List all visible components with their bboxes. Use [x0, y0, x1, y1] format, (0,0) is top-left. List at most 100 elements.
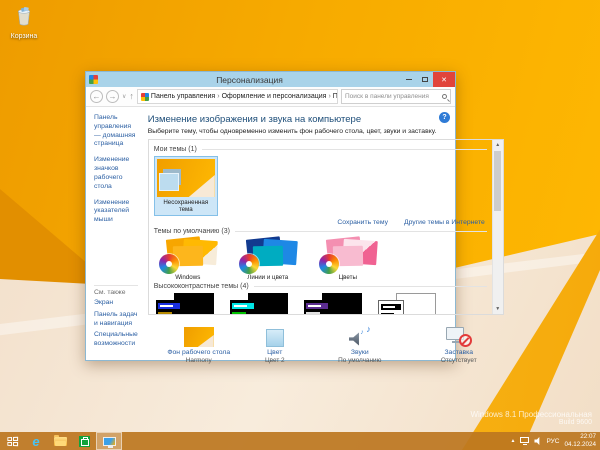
breadcrumb-control-panel[interactable]: Панель управления	[151, 93, 215, 100]
address-bar[interactable]: Панель управления › Оформление и персона…	[136, 89, 338, 104]
theme-windows-label: Windows	[175, 274, 201, 281]
sidebar-link-mouse-pointers[interactable]: Изменение указателей мыши	[94, 199, 138, 225]
theme-lines-colors[interactable]: Линии и цвета	[236, 236, 300, 281]
search-input[interactable]	[345, 93, 442, 100]
music-note-icon: ♪	[366, 324, 371, 334]
theme-flowers[interactable]: Цветы	[316, 236, 380, 281]
save-theme-link[interactable]: Сохранить тему	[337, 219, 388, 226]
breadcrumb-separator-icon: ›	[217, 93, 220, 100]
clock-date: 04.12.2024	[564, 441, 596, 448]
show-hidden-icons-button[interactable]: ▲	[511, 438, 516, 444]
theme-unsaved[interactable]: Несохраненная тема	[153, 156, 218, 216]
my-themes-group-header: Мои темы (1)	[154, 146, 487, 153]
theme-unsaved-thumbnail	[156, 159, 215, 197]
theme-pinwheel-icon	[318, 254, 339, 274]
sidebar-link-taskbar[interactable]: Панель задач и навигация	[94, 311, 138, 329]
sidebar-link-desktop-icons[interactable]: Изменение значков рабочего стола	[94, 156, 138, 191]
sounds-value: По умолчанию	[338, 357, 382, 364]
see-also-section: См. также Экран Панель задач и навигация…	[94, 284, 138, 352]
volume-icon[interactable]	[534, 437, 540, 445]
scrollbar-down-icon[interactable]: ▼	[495, 304, 500, 314]
main-panel: Изменение изображения и звука на компьют…	[142, 108, 514, 364]
minimize-button[interactable]	[401, 72, 417, 87]
scrollbar-up-icon[interactable]: ▲	[495, 140, 500, 150]
watermark-edition: Windows 8.1 Профессиональная	[470, 410, 592, 419]
recycle-bin[interactable]: Корзина	[4, 5, 44, 40]
personalization-window-icon	[102, 436, 116, 448]
scrollbar-thumb[interactable]	[494, 151, 502, 211]
theme-links-row: Сохранить тему Другие темы в Интернете	[154, 219, 485, 226]
maximize-button[interactable]	[417, 72, 433, 87]
help-icon[interactable]: ?	[439, 112, 450, 123]
forward-button[interactable]: →	[106, 90, 119, 103]
more-themes-link[interactable]: Другие темы в Интернете	[404, 219, 485, 226]
color-swatch-icon	[265, 329, 284, 347]
default-themes-row: Windows Линии и цвета Цветы	[154, 236, 487, 281]
search-icon[interactable]	[442, 94, 447, 99]
internet-explorer-icon: e	[32, 433, 40, 449]
theme-pinwheel-icon	[238, 254, 259, 274]
high-contrast-group-header: Высококонтрастные темы (4)	[154, 283, 487, 290]
system-tray: ▲ РУС 22:07 04.12.2024	[511, 433, 600, 449]
taskbar-personalization-active[interactable]	[96, 432, 122, 450]
clock-time: 22:07	[580, 433, 596, 441]
sidebar-link-home[interactable]: Панель управления — домашняя страница	[94, 114, 138, 149]
sidebar-link-display[interactable]: Экран	[94, 299, 138, 308]
desktop-background-value: Harmony	[185, 357, 212, 364]
theme-flowers-thumbnail	[318, 236, 378, 274]
control-panel-icon	[140, 92, 149, 101]
start-button[interactable]	[0, 432, 24, 450]
settings-row: Фон рабочего стола Harmony Цвет Цвет 2 ♪…	[148, 323, 504, 364]
theme-high-contrast-2[interactable]	[229, 293, 290, 314]
sidebar-link-ease-of-access[interactable]: Специальные возможности	[94, 331, 138, 349]
themes-scrollbar[interactable]: ▲ ▼	[491, 140, 503, 314]
taskbar: e ▲ РУС 22:07 04.12.2024	[0, 432, 600, 450]
taskbar-store[interactable]	[72, 432, 96, 450]
windows-watermark: Windows 8.1 Профессиональная Build 9600	[470, 410, 592, 426]
taskbar-file-explorer[interactable]	[48, 432, 72, 450]
network-icon[interactable]	[520, 437, 530, 445]
theme-windows[interactable]: Windows	[156, 236, 220, 281]
desktop-background-icon	[183, 327, 214, 347]
clock[interactable]: 22:07 04.12.2024	[564, 433, 596, 449]
recent-pages-dropdown-icon[interactable]: ∨	[122, 93, 126, 100]
no-sign-icon	[458, 334, 472, 347]
language-indicator[interactable]: РУС	[546, 438, 559, 445]
screensaver-value: Отсутствует	[440, 357, 477, 364]
color-label: Цвет	[267, 349, 283, 356]
high-contrast-label: Высококонтрастные темы (4)	[153, 283, 249, 290]
back-button[interactable]: ←	[90, 90, 103, 103]
theme-high-contrast-white[interactable]	[377, 293, 438, 314]
search-box[interactable]	[341, 89, 451, 104]
watermark-build: Build 9600	[558, 419, 592, 426]
breadcrumb-personalization[interactable]: Персонализация	[333, 93, 337, 100]
breadcrumb-separator-icon: ›	[328, 93, 331, 100]
window-titlebar[interactable]: Персонализация ✕	[86, 72, 455, 87]
color-setting[interactable]: Цвет Цвет 2	[244, 323, 306, 364]
default-themes-group-header: Темы по умолчанию (3)	[154, 228, 487, 235]
sounds-label: Звуки	[350, 349, 369, 356]
page-title: Изменение изображения и звука на компьют…	[147, 114, 362, 125]
theme-lines-thumbnail	[238, 236, 298, 274]
see-also-header: См. также	[94, 284, 138, 296]
address-toolbar: ← → ∨ ↑ Панель управления › Оформление и…	[86, 87, 455, 107]
close-button[interactable]: ✕	[433, 72, 455, 87]
theme-high-contrast-black[interactable]	[303, 293, 364, 314]
window-title: Персонализация	[216, 74, 283, 85]
theme-high-contrast-1[interactable]	[155, 293, 216, 314]
sounds-setting[interactable]: ♪ ♪ Звуки По умолчанию	[314, 323, 406, 364]
theme-pinwheel-icon	[158, 254, 179, 274]
themes-list: Мои темы (1) Несохраненная тема Сохранит…	[147, 139, 504, 315]
music-note-icon: ♪	[360, 329, 364, 336]
recycle-bin-icon	[18, 6, 30, 26]
theme-unsaved-label: Несохраненная тема	[163, 199, 209, 213]
up-button[interactable]: ↑	[129, 92, 134, 101]
screensaver-setting[interactable]: Заставка Отсутствует	[416, 323, 502, 364]
taskbar-internet-explorer[interactable]: e	[24, 432, 48, 450]
store-icon	[78, 435, 90, 447]
theme-lines-label: Линии и цвета	[247, 274, 289, 281]
desktop-background-setting[interactable]: Фон рабочего стола Harmony	[158, 323, 240, 364]
sidebar: Панель управления — домашняя страница Из…	[86, 108, 142, 360]
breadcrumb-appearance[interactable]: Оформление и персонализация	[222, 93, 327, 100]
recycle-bin-label: Корзина	[10, 33, 38, 40]
